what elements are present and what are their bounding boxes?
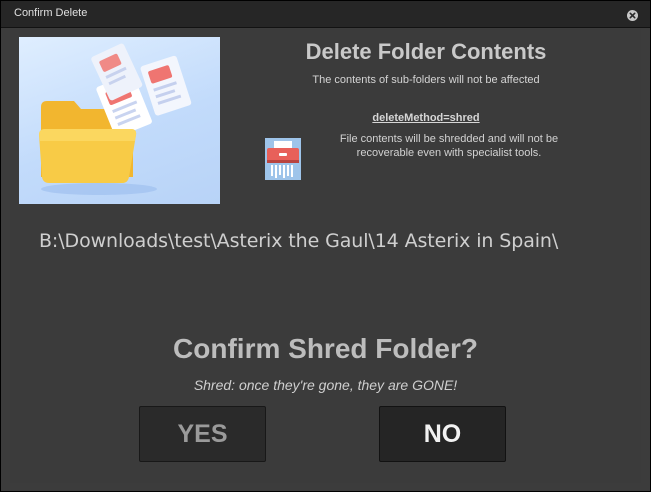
close-icon — [629, 12, 636, 19]
target-folder-path: B:\Downloads\test\Asterix the Gaul\14 As… — [39, 230, 559, 252]
yes-button[interactable]: YES — [139, 406, 266, 462]
delete-method-label: deleteMethod=shred — [372, 112, 480, 124]
dialog-content: Delete Folder Contents The contents of s… — [10, 29, 641, 483]
confirm-delete-dialog: Confirm Delete Delete Folder Contents Th… — [0, 0, 651, 492]
shredder-icon — [265, 138, 301, 180]
no-button[interactable]: NO — [379, 406, 506, 462]
delete-method-description: File contents will be shredded and will … — [339, 133, 559, 159]
folder-illustration — [19, 37, 220, 204]
confirm-warning: Shred: once they're gone, they are GONE! — [193, 377, 458, 393]
folder-with-documents-icon — [39, 43, 192, 195]
dialog-heading: Delete Folder Contents — [305, 39, 547, 64]
titlebar: Confirm Delete — [1, 1, 650, 28]
window-title: Confirm Delete — [14, 7, 88, 19]
close-button[interactable] — [627, 10, 638, 21]
confirm-heading: Confirm Shred Folder? — [173, 333, 478, 364]
dialog-subheading: The contents of sub-folders will not be … — [312, 74, 540, 86]
